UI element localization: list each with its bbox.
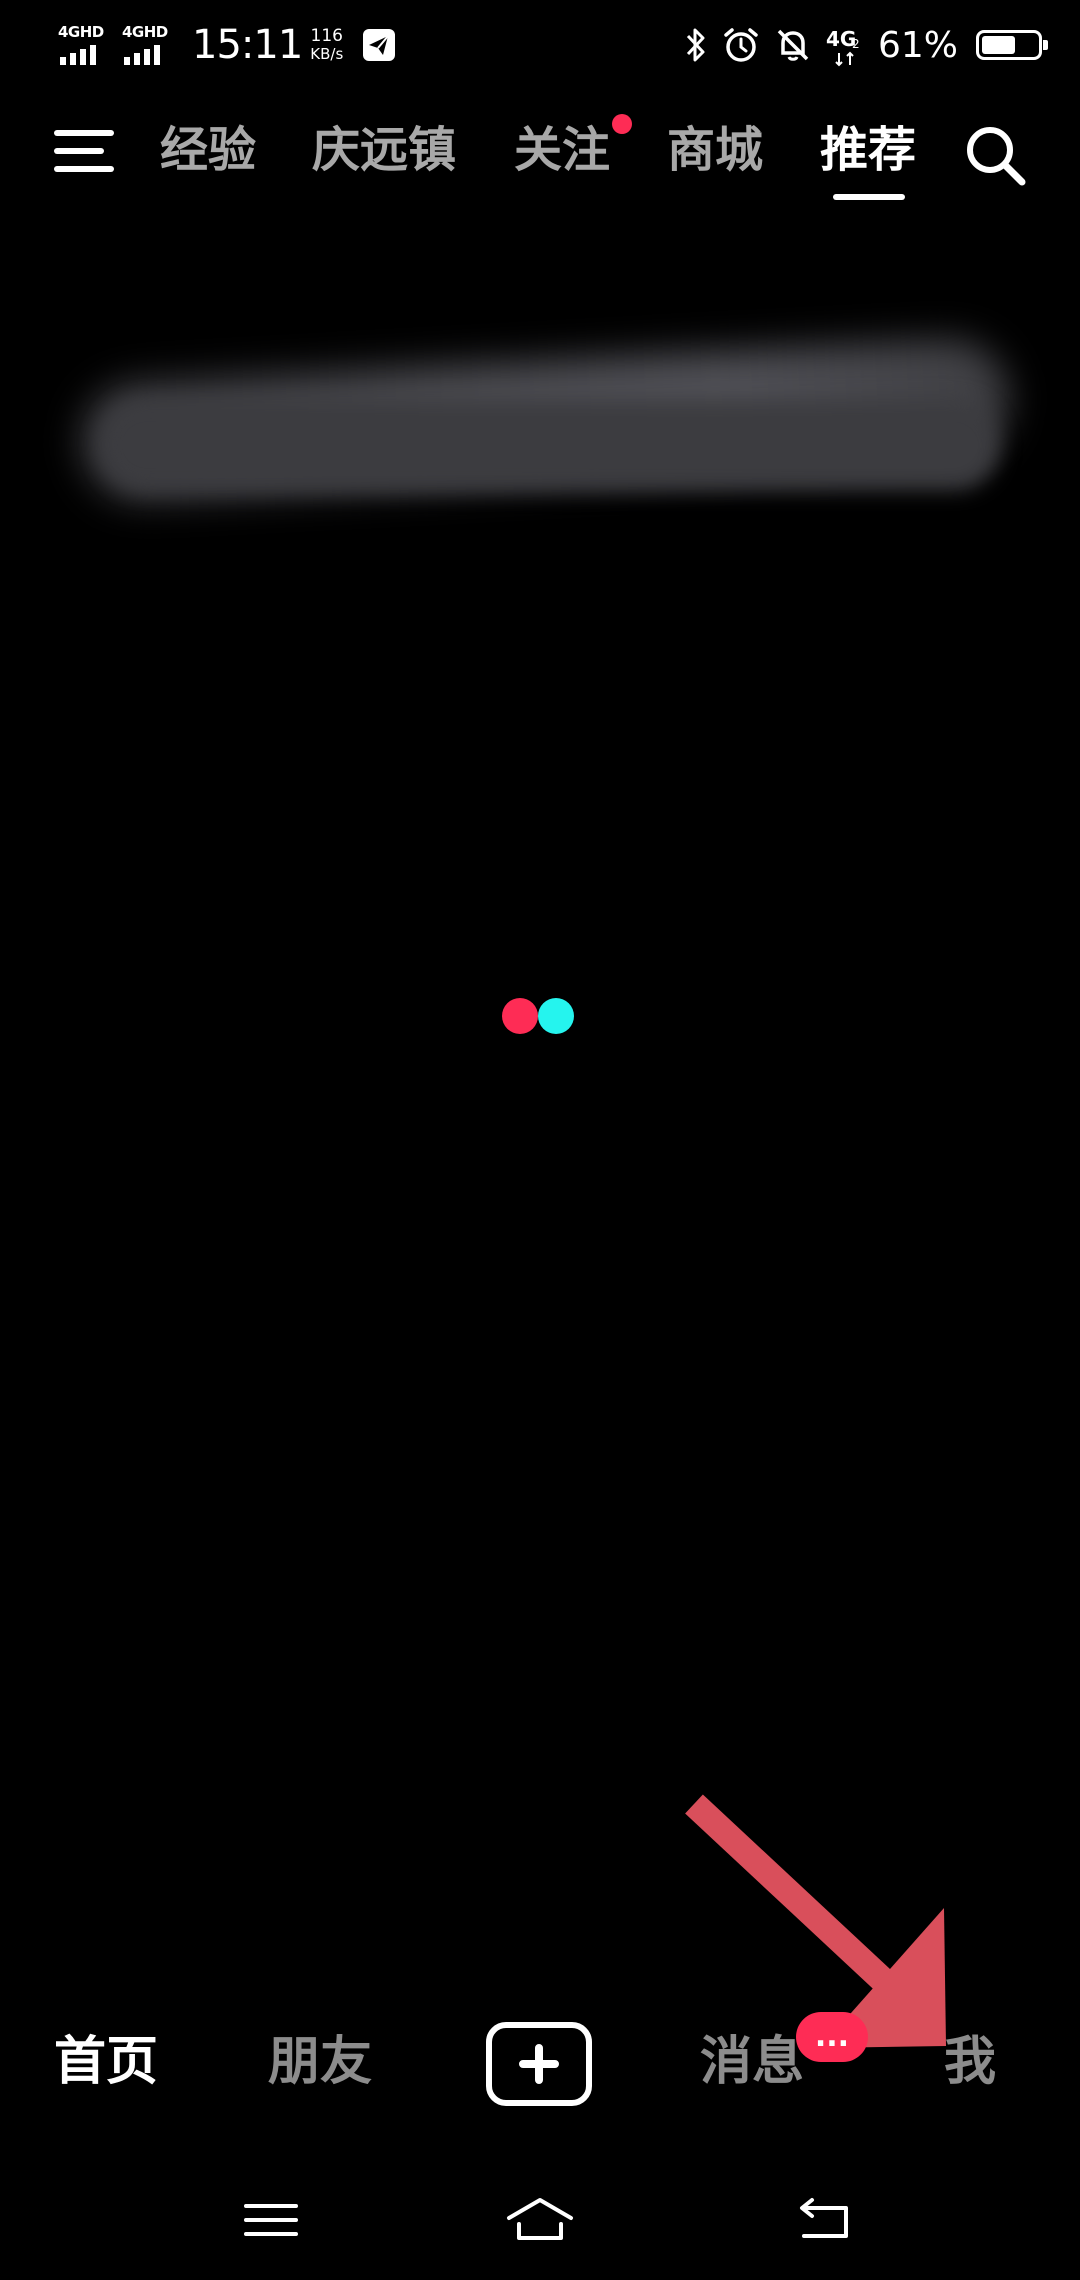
- tab-qingyuanzhen[interactable]: 庆远镇: [312, 120, 456, 180]
- network-speed: 116 KB/s: [310, 27, 343, 63]
- signal-label: 4GHD: [58, 23, 104, 41]
- telegram-icon: [363, 29, 396, 61]
- tab-label: 关注: [514, 122, 611, 178]
- nav-me[interactable]: 我: [944, 2030, 996, 2094]
- nav-messages[interactable]: 消息: [700, 2030, 804, 2094]
- tab-following[interactable]: 关注: [514, 114, 633, 180]
- signal-strength-icon: 4GHD: [122, 23, 178, 67]
- tab-recommend[interactable]: 推荐: [820, 120, 916, 180]
- battery-fill: [982, 36, 1015, 54]
- tab-label: 商城: [667, 122, 764, 178]
- create-post-button[interactable]: [486, 2022, 592, 2106]
- 4g-network-icon: 4G 2: [826, 23, 862, 67]
- nav-label: 首页: [54, 2032, 159, 2092]
- blurred-content: [40, 300, 1040, 520]
- network-speed-unit: KB/s: [310, 45, 344, 63]
- alarm-icon: [724, 28, 758, 62]
- status-bar: 4GHD 4GHD 15:11 116 KB/s 4G 2 61%: [0, 0, 1080, 90]
- battery-icon: [976, 30, 1048, 60]
- network-speed-value: 116: [310, 26, 343, 46]
- loading-dot-red: [502, 998, 538, 1034]
- nav-label: 我: [944, 2032, 997, 2092]
- back-icon[interactable]: [790, 2190, 860, 2250]
- battery-percent: 61%: [877, 24, 958, 66]
- unread-badge: ...: [796, 2012, 868, 2062]
- home-icon[interactable]: [505, 2190, 575, 2250]
- status-bar-left: 4GHD 4GHD 15:11 116 KB/s: [58, 16, 397, 74]
- search-icon[interactable]: [962, 122, 1028, 188]
- loading-indicator: [500, 998, 580, 1034]
- status-bar-right: 4G 2 61%: [684, 16, 1048, 74]
- menu-icon[interactable]: [236, 2190, 306, 2250]
- top-tabs: 经验 庆远镇 关注 商城 推荐: [0, 100, 1080, 210]
- active-tab-indicator: [833, 194, 905, 200]
- nav-home[interactable]: 首页: [54, 2030, 158, 2094]
- nav-friends[interactable]: 朋友: [268, 2030, 372, 2094]
- tab-label: 推荐: [820, 122, 917, 178]
- bluetooth-icon: [686, 28, 705, 62]
- signal-label: 4GHD: [122, 23, 168, 41]
- nav-label: 消息: [700, 2032, 805, 2092]
- top-nav: 经验 庆远镇 关注 商城 推荐: [0, 100, 1080, 210]
- network-sub-label: 2: [851, 37, 860, 51]
- loading-dot-cyan: [538, 998, 574, 1034]
- tab-mall[interactable]: 商城: [667, 120, 763, 180]
- system-nav-bar: [0, 2170, 1080, 2280]
- tab-label: 庆远镇: [312, 122, 457, 178]
- clock: 15:11: [192, 22, 303, 68]
- tab-label: 经验: [160, 122, 257, 178]
- bottom-nav: 首页 朋友 消息 ... 我: [0, 1990, 1080, 2140]
- plus-square-icon: [519, 2044, 559, 2084]
- notifications-off-icon: [777, 29, 809, 61]
- new-content-dot: [612, 114, 633, 134]
- signal-strength-icon: 4GHD: [58, 23, 114, 67]
- tab-jingyan[interactable]: 经验: [160, 120, 256, 180]
- nav-label: 朋友: [268, 2032, 373, 2092]
